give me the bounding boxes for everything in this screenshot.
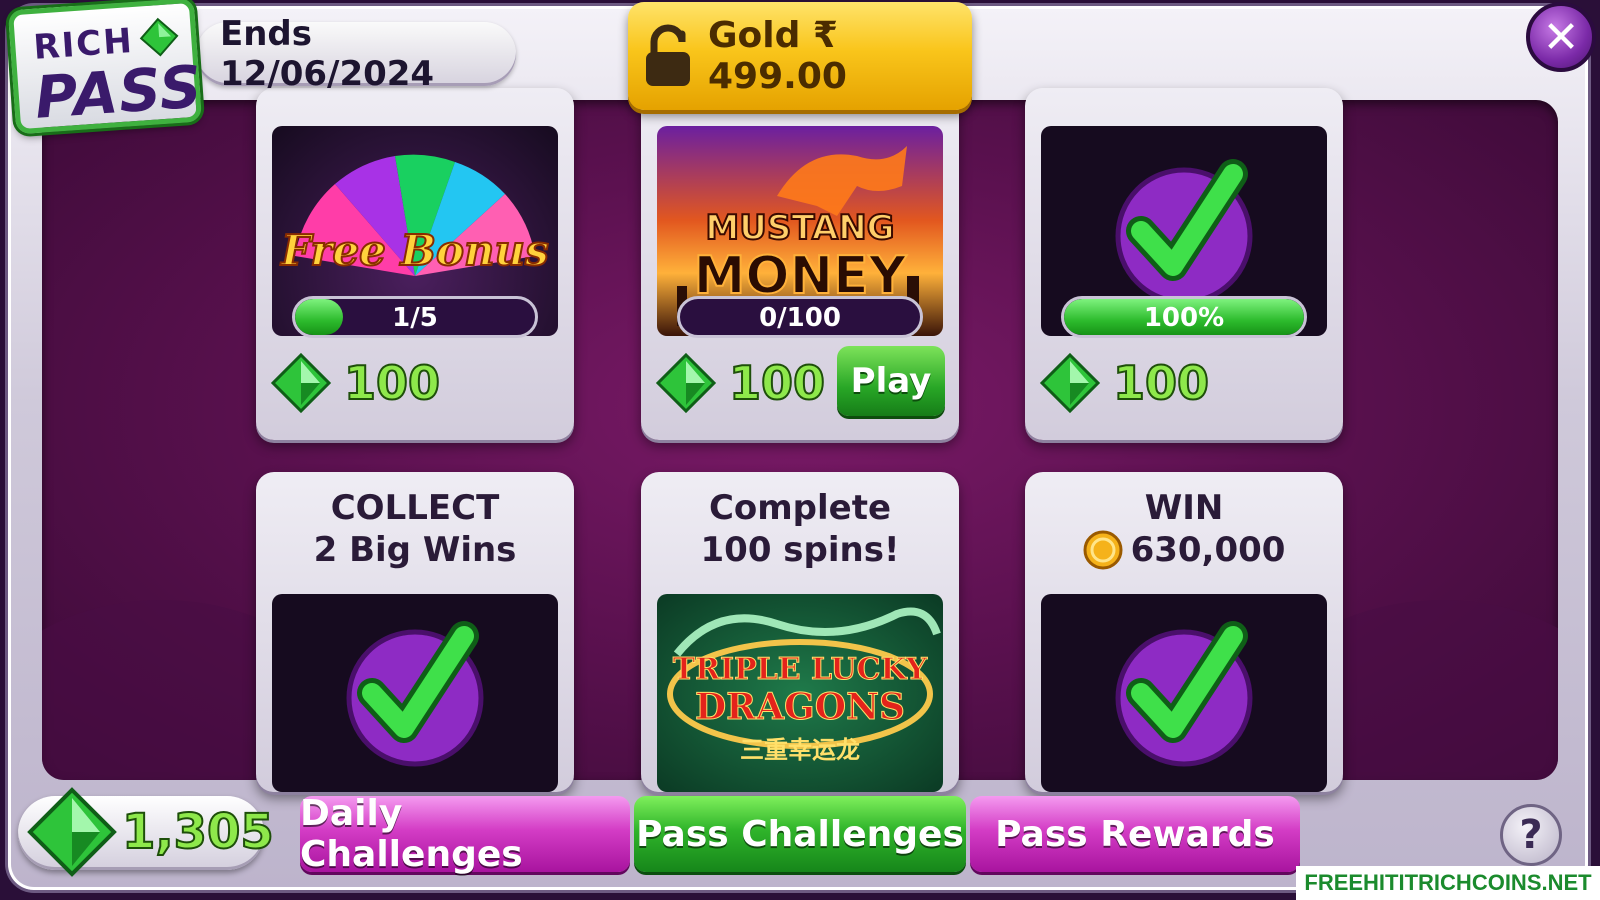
gold-price-label: Gold ₹ 499.00 [708,15,847,97]
help-icon: ? [1519,812,1543,858]
progress-bar: 0/100 [677,296,923,338]
reward-amount: 100 [343,355,441,411]
end-date-text: Ends 12/06/2024 [220,14,435,94]
close-button[interactable]: ✕ [1526,2,1596,72]
gem-icon [139,17,179,57]
progress-bar: 100% [1061,296,1307,338]
tab-pass-challenges[interactable]: Pass Challenges [634,796,966,872]
progress-label: 0/100 [759,303,841,333]
tab-pass-rewards[interactable]: Pass Rewards [970,796,1300,872]
gem-icon [27,787,117,877]
challenge-card-mustang-money[interactable]: MUSTANG MONEY 0/100 100 Play [641,88,959,440]
watermark: FREEHITITRICHCOINS.NET [1296,866,1600,900]
mustang-title-line1: MUSTANG [704,207,895,249]
challenge-subtitle: 630,000 [1130,530,1286,570]
help-button[interactable]: ? [1500,804,1562,866]
progress-label: 100% [1143,303,1225,333]
gem-icon [655,352,717,414]
coin-icon [1083,530,1123,570]
challenge-card-complete[interactable]: 100% 100 [1025,88,1343,440]
logo-pass-text: PASS [32,52,205,132]
play-button[interactable]: Play [837,346,945,416]
gem-reward: 100 [270,346,441,420]
gem-reward: 100 [655,346,826,420]
challenge-card-free-bonus[interactable]: Free Bonus 1/5 100 [256,88,574,440]
challenge-title: Complete [708,488,892,528]
gem-icon [270,352,332,414]
buy-gold-pass-button[interactable]: Gold ₹ 499.00 [628,2,972,110]
dragons-title-line1: TRIPLE LUCKY [672,652,928,688]
reward-amount: 100 [728,355,826,411]
triple-lucky-dragons-art: TRIPLE LUCKY DRAGONS 三重幸运龙 [657,594,943,792]
check-icon [1115,621,1253,767]
tab-daily-challenges[interactable]: Daily Challenges [300,793,630,875]
challenge-subtitle: 2 Big Wins [313,530,517,570]
completed-art [1041,594,1327,792]
pass-end-date: Ends 12/06/2024 [196,14,516,94]
rich-pass-logo: RICH PASS [7,0,205,135]
challenge-title: COLLECT [330,488,500,528]
challenge-card-win-coins[interactable]: WIN 630,000 [1025,472,1343,792]
progress-label: 1/5 [392,303,438,333]
close-icon: ✕ [1542,11,1580,63]
progress-bar: 1/5 [292,296,538,338]
challenge-card-complete-spins[interactable]: Complete 100 spins! TRIPLE LUCKY DRAGONS… [641,472,959,792]
challenge-subtitle: 100 spins! [700,530,900,570]
gem-balance: 1,305 [18,787,275,877]
check-icon [346,621,484,767]
challenge-card-collect-big-wins[interactable]: COLLECT 2 Big Wins [256,472,574,792]
challenge-title: WIN [1144,488,1224,528]
reward-amount: 100 [1112,355,1210,411]
gem-reward: 100 [1039,346,1210,420]
completed-art [272,594,558,792]
dragons-chinese-subtitle: 三重幸运龙 [740,736,860,764]
gem-balance-value: 1,305 [121,803,275,861]
gem-icon [1039,352,1101,414]
dragons-title-line2: DRAGONS [694,686,906,729]
free-bonus-title: Free Bonus [280,225,550,276]
lock-icon [646,24,690,86]
coin-target: 630,000 [1025,530,1343,570]
